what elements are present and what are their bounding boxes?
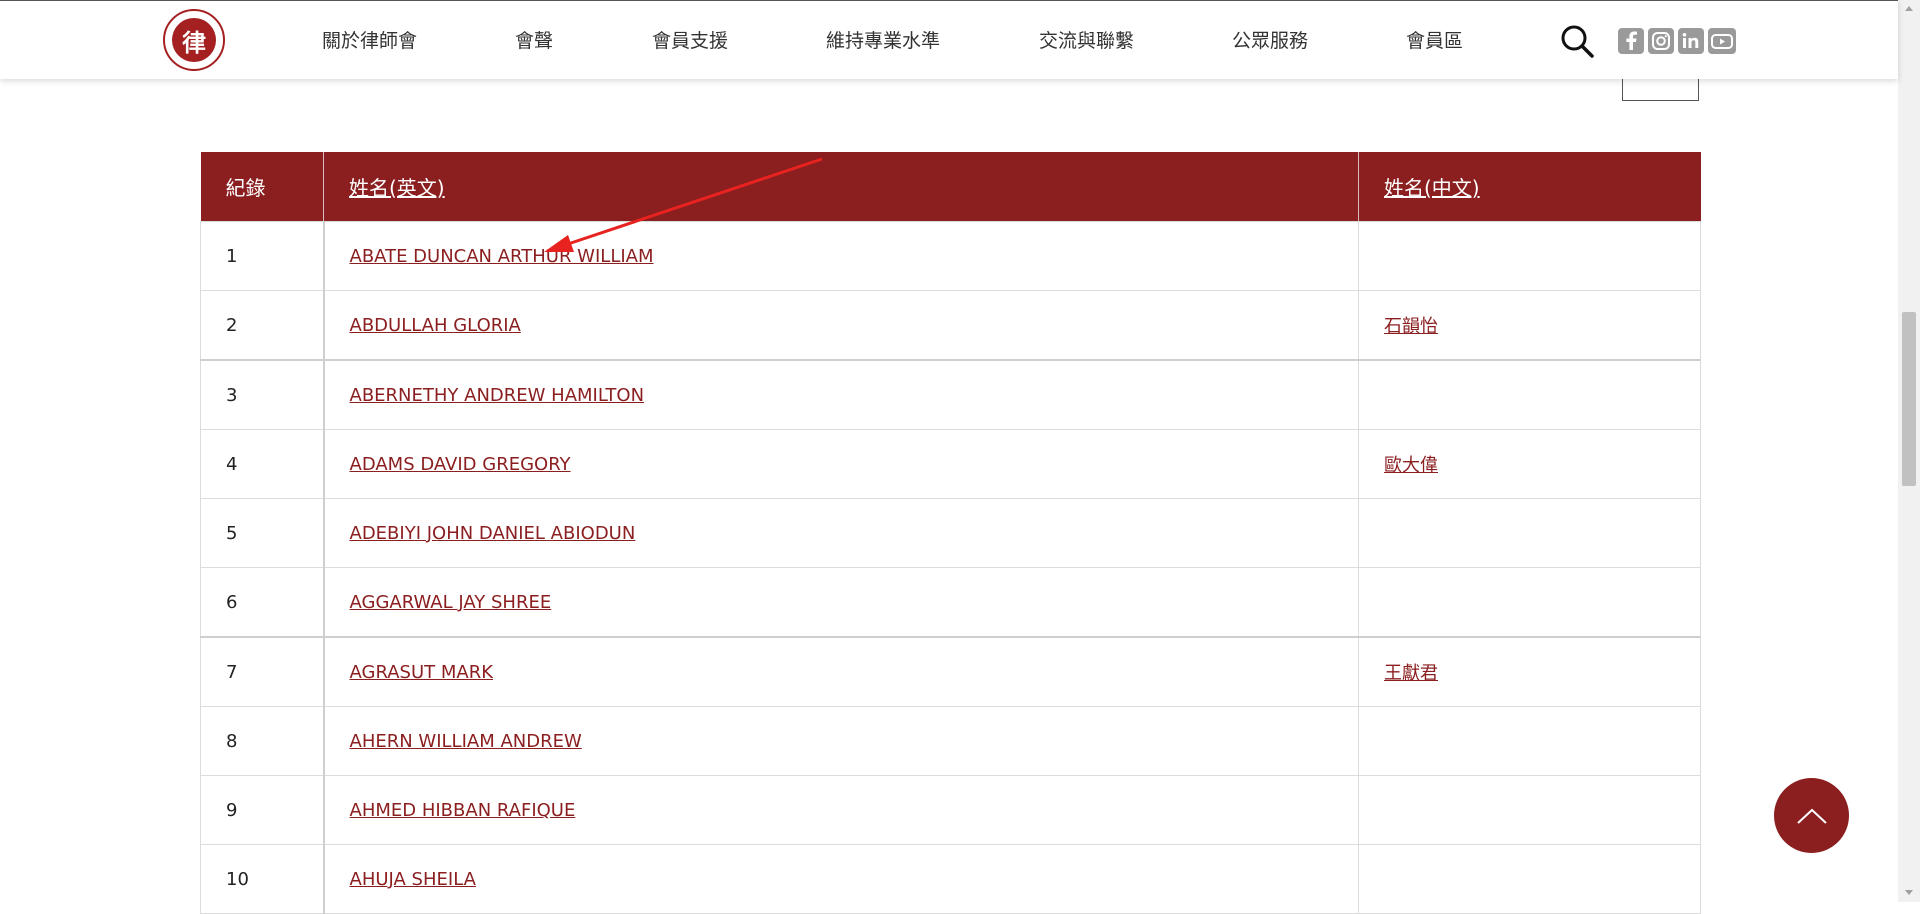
nav-public-services[interactable]: 公眾服務 [1232, 26, 1308, 53]
member-name-chinese-link[interactable]: 歐大偉 [1384, 455, 1438, 476]
record-no: 10 [200, 844, 325, 914]
member-name-chinese-link[interactable]: 王獻君 [1384, 663, 1438, 684]
name-chinese-cell [1358, 706, 1701, 776]
scroll-down-arrow-icon[interactable] [1905, 890, 1913, 895]
table-row: 2 ABDULLAH GLORIA 石韻怡 [200, 290, 1701, 361]
header-dropdown-box [1622, 78, 1699, 101]
record-no: 6 [200, 567, 325, 638]
chevron-up-icon [1796, 808, 1827, 824]
name-chinese-cell: 王獻君 [1358, 636, 1701, 707]
page-scrollbar[interactable] [1898, 0, 1920, 902]
member-name-english-link[interactable]: ADEBIYI JOHN DANIEL ABIODUN [350, 523, 636, 544]
name-english-cell: AHUJA SHEILA [323, 844, 1359, 914]
table-header-row: 紀錄 姓名(英文) 姓名(中文) [200, 152, 1701, 222]
instagram-icon[interactable] [1648, 28, 1674, 54]
member-name-english-link[interactable]: ABERNETHY ANDREW HAMILTON [350, 385, 645, 406]
table-row: 8 AHERN WILLIAM ANDREW [200, 706, 1701, 776]
name-chinese-cell: 石韻怡 [1358, 290, 1701, 361]
back-to-top-button[interactable] [1774, 778, 1849, 853]
sort-name-chinese-link[interactable]: 姓名(中文) [1384, 176, 1480, 200]
record-no: 3 [200, 359, 325, 430]
table-row: 9 AHMED HIBBAN RAFIQUE [200, 775, 1701, 845]
member-name-english-link[interactable]: ADAMS DAVID GREGORY [350, 454, 571, 475]
name-english-cell: AGRASUT MARK [323, 636, 1359, 707]
nav-about[interactable]: 關於律師會 [322, 26, 417, 53]
member-name-chinese-link[interactable]: 石韻怡 [1384, 316, 1438, 337]
name-chinese-cell [1358, 844, 1701, 914]
member-name-english-link[interactable]: ABATE DUNCAN ARTHUR WILLIAM [350, 246, 654, 267]
name-english-cell: ABDULLAH GLORIA [323, 290, 1359, 361]
member-name-english-link[interactable]: AGGARWAL JAY SHREE [350, 592, 552, 613]
header-name-english: 姓名(英文) [323, 152, 1359, 222]
table-row: 10 AHUJA SHEILA [200, 844, 1701, 914]
record-no: 8 [200, 706, 325, 776]
header-name-chinese: 姓名(中文) [1358, 152, 1701, 222]
member-name-english-link[interactable]: AHERN WILLIAM ANDREW [350, 731, 582, 752]
nav-professional-standards[interactable]: 維持專業水準 [826, 26, 940, 53]
record-no: 5 [200, 498, 325, 568]
name-english-cell: ADAMS DAVID GREGORY [323, 429, 1359, 499]
scroll-up-arrow-icon[interactable] [1905, 6, 1913, 11]
member-name-english-link[interactable]: AHMED HIBBAN RAFIQUE [350, 800, 576, 821]
youtube-icon[interactable] [1708, 28, 1736, 54]
name-english-cell: AHERN WILLIAM ANDREW [323, 706, 1359, 776]
name-chinese-cell [1358, 775, 1701, 845]
sort-name-english-link[interactable]: 姓名(英文) [349, 176, 445, 200]
nav-members-area[interactable]: 會員區 [1406, 26, 1463, 53]
linkedin-icon[interactable] [1678, 28, 1704, 54]
record-no: 1 [200, 221, 325, 291]
member-name-english-link[interactable]: AHUJA SHEILA [350, 869, 476, 890]
facebook-icon[interactable] [1618, 28, 1644, 54]
name-english-cell: ADEBIYI JOHN DANIEL ABIODUN [323, 498, 1359, 568]
nav-networking[interactable]: 交流與聯繫 [1039, 26, 1134, 53]
name-chinese-cell [1358, 567, 1701, 638]
table-row: 6 AGGARWAL JAY SHREE [200, 567, 1701, 638]
member-results-table: 紀錄 姓名(英文) 姓名(中文) 1 ABATE DUNCAN ARTHUR W… [200, 152, 1701, 914]
member-name-english-link[interactable]: ABDULLAH GLORIA [350, 315, 521, 336]
law-society-logo[interactable]: 律 [163, 9, 225, 71]
record-no: 7 [200, 636, 325, 707]
name-english-cell: AGGARWAL JAY SHREE [323, 567, 1359, 638]
record-no: 4 [200, 429, 325, 499]
scrollbar-thumb[interactable] [1902, 312, 1916, 486]
header-record-no: 紀錄 [200, 152, 324, 222]
table-row: 3 ABERNETHY ANDREW HAMILTON [200, 359, 1701, 430]
name-chinese-cell: 歐大偉 [1358, 429, 1701, 499]
name-chinese-cell [1358, 498, 1701, 568]
site-header: 律 關於律師會 會聲 會員支援 維持專業水準 交流與聯繫 公眾服務 會員區 [0, 0, 1898, 79]
nav-newsletter[interactable]: 會聲 [515, 26, 553, 53]
table-row: 4 ADAMS DAVID GREGORY 歐大偉 [200, 429, 1701, 499]
table-row: 5 ADEBIYI JOHN DANIEL ABIODUN [200, 498, 1701, 568]
name-english-cell: ABATE DUNCAN ARTHUR WILLIAM [323, 221, 1359, 291]
record-no: 2 [200, 290, 325, 361]
record-no: 9 [200, 775, 325, 845]
name-chinese-cell [1358, 359, 1701, 430]
search-icon[interactable] [1560, 24, 1594, 58]
name-english-cell: ABERNETHY ANDREW HAMILTON [323, 359, 1359, 430]
table-row: 7 AGRASUT MARK 王獻君 [200, 636, 1701, 707]
nav-member-support[interactable]: 會員支援 [652, 26, 728, 53]
name-english-cell: AHMED HIBBAN RAFIQUE [323, 775, 1359, 845]
table-row: 1 ABATE DUNCAN ARTHUR WILLIAM [200, 221, 1701, 291]
logo-mark: 律 [172, 18, 216, 62]
member-name-english-link[interactable]: AGRASUT MARK [350, 662, 494, 683]
name-chinese-cell [1358, 221, 1701, 291]
